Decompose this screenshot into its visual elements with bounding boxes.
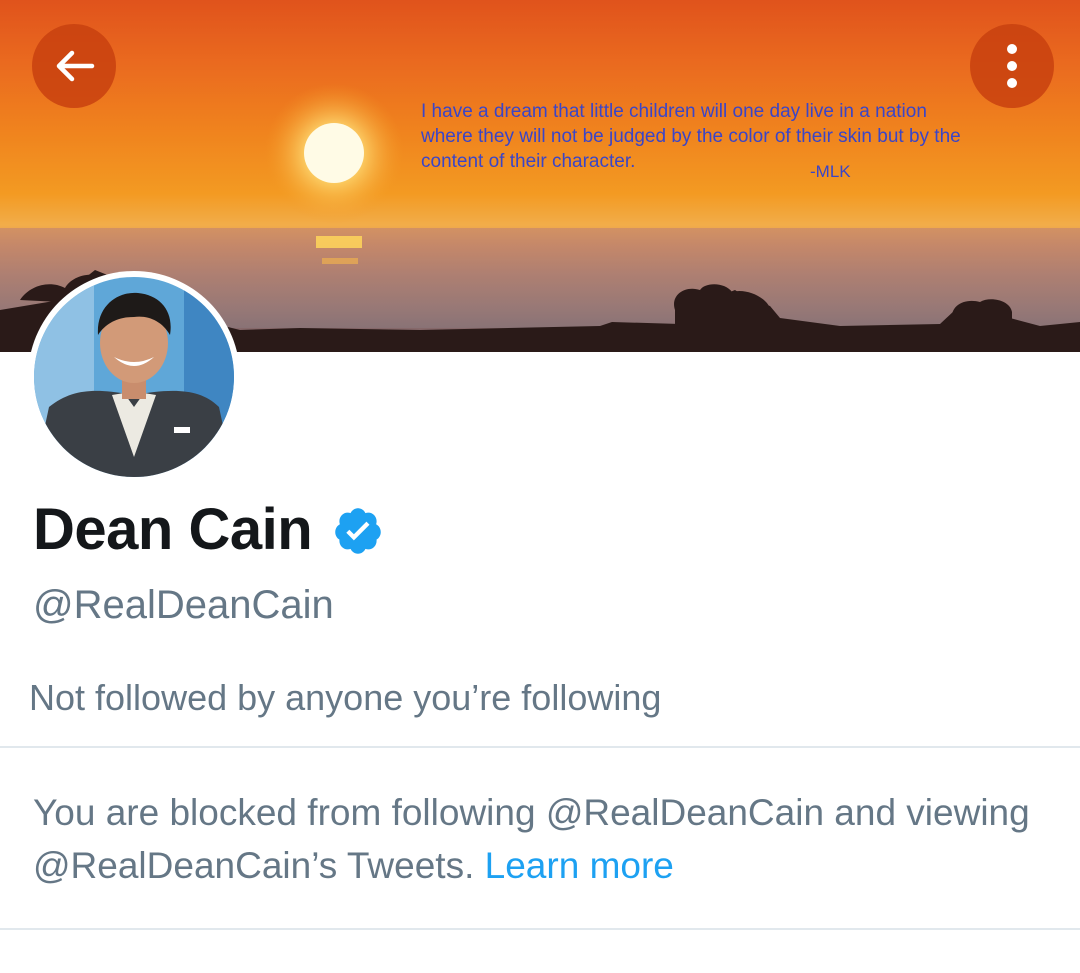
arrow-left-icon	[56, 50, 95, 82]
profile-avatar[interactable]	[28, 271, 240, 483]
profile-name: Dean Cain	[33, 496, 313, 562]
learn-more-link[interactable]: Learn more	[485, 845, 674, 886]
banner-quote-attribution: -MLK	[810, 162, 851, 181]
divider	[0, 746, 1080, 748]
vertical-dots-icon	[1007, 44, 1017, 88]
profile-name-row: Dean Cain	[33, 494, 384, 564]
followed-by-text: Not followed by anyone you’re following	[29, 677, 662, 718]
verified-badge-icon	[335, 508, 381, 554]
more-options-button[interactable]	[970, 24, 1054, 108]
blocked-notice: You are blocked from following @RealDean…	[33, 786, 1043, 892]
back-button[interactable]	[32, 24, 116, 108]
divider	[0, 928, 1080, 930]
banner-quote: I have a dream that little children will…	[421, 101, 961, 172]
profile-handle: @RealDeanCain	[33, 583, 334, 627]
avatar-photo	[34, 277, 234, 477]
